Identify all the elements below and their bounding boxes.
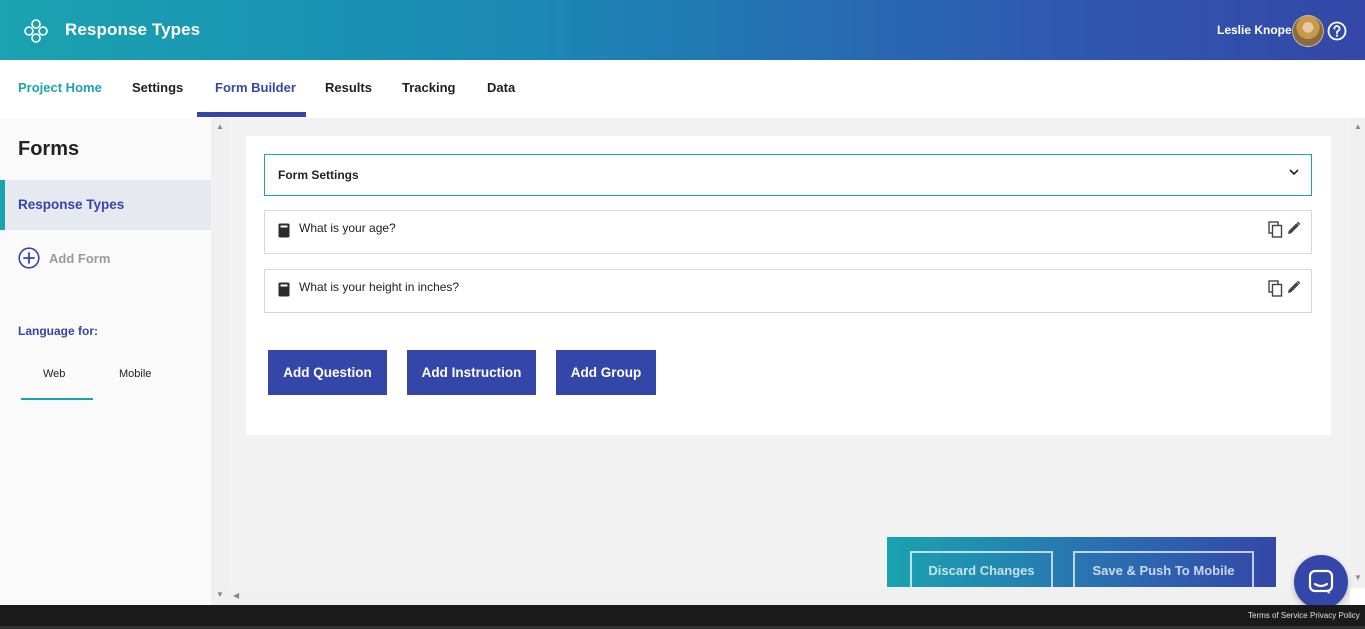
sidebar-title: Forms <box>18 138 80 160</box>
tab-web[interactable]: Web <box>43 368 65 380</box>
main-nav: Project Home Settings Form Builder Resul… <box>0 60 1365 118</box>
discard-changes-button[interactable]: Discard Changes <box>910 551 1053 587</box>
scroll-up-arrow-icon[interactable]: ▲ <box>1354 123 1362 131</box>
save-push-mobile-button[interactable]: Save & Push To Mobile <box>1073 551 1254 587</box>
terms-link[interactable]: Terms of Service <box>1248 611 1308 620</box>
top-header-bar: Response Types Leslie Knope <box>0 0 1365 60</box>
chevron-down-icon[interactable] <box>1287 165 1301 179</box>
forms-sidebar: Forms Response Types Add Form Language f… <box>0 118 211 605</box>
unsaved-changes-bar: Discard Changes Save & Push To Mobile <box>887 537 1276 587</box>
app-title: Response Types <box>65 20 201 39</box>
help-circle-icon[interactable] <box>1327 21 1347 41</box>
number-field-icon <box>278 282 290 297</box>
add-circle-icon[interactable] <box>18 247 40 269</box>
active-tab-indicator <box>197 112 306 117</box>
flower-logo-icon[interactable] <box>24 18 48 44</box>
pencil-edit-icon[interactable] <box>1286 280 1301 295</box>
nav-settings[interactable]: Settings <box>132 80 183 95</box>
privacy-link[interactable]: Privacy Policy <box>1310 611 1360 620</box>
language-tab-indicator <box>21 398 93 400</box>
nav-results[interactable]: Results <box>325 80 372 95</box>
sidebar-item-label: Response Types <box>18 197 125 212</box>
form-settings-label: Form Settings <box>278 168 359 182</box>
pencil-edit-icon[interactable] <box>1286 221 1301 236</box>
sidebar-scrollbar[interactable]: ▲ ▼ <box>211 118 230 605</box>
scroll-left-arrow-icon[interactable]: ◀ <box>233 592 239 600</box>
number-field-icon <box>278 223 290 238</box>
question-text: What is your age? <box>299 221 396 235</box>
scroll-up-arrow-icon[interactable]: ▲ <box>216 123 224 131</box>
nav-data[interactable]: Data <box>487 80 515 95</box>
nav-form-builder[interactable]: Form Builder <box>215 80 296 95</box>
add-question-button[interactable]: Add Question <box>268 350 387 395</box>
question-text: What is your height in inches? <box>299 280 460 294</box>
nav-tracking[interactable]: Tracking <box>402 80 455 95</box>
add-group-button[interactable]: Add Group <box>556 350 656 395</box>
question-row[interactable]: What is your age? <box>264 210 1312 254</box>
question-row[interactable]: What is your height in inches? <box>264 269 1312 313</box>
language-label: Language for: <box>18 324 98 338</box>
main-scrollbar[interactable]: ▲ ▼ <box>1350 118 1365 588</box>
add-instruction-button[interactable]: Add Instruction <box>407 350 536 395</box>
scroll-down-arrow-icon[interactable]: ▼ <box>216 591 224 599</box>
scroll-down-arrow-icon[interactable]: ▼ <box>1354 574 1362 582</box>
sidebar-item-response-types[interactable]: Response Types <box>0 180 211 230</box>
form-settings-panel[interactable]: Form Settings <box>264 154 1312 196</box>
tab-mobile[interactable]: Mobile <box>119 368 151 380</box>
nav-project-home[interactable]: Project Home <box>18 80 102 95</box>
chat-icon <box>1308 569 1334 594</box>
add-form-button[interactable]: Add Form <box>49 251 110 266</box>
chat-launcher-button[interactable] <box>1294 555 1348 609</box>
copy-icon[interactable] <box>1268 280 1283 297</box>
copy-icon[interactable] <box>1268 221 1283 238</box>
main-horizontal-scrollbar[interactable]: ◀ <box>230 588 1350 605</box>
avatar[interactable] <box>1292 15 1324 47</box>
user-name[interactable]: Leslie Knope <box>1217 23 1292 37</box>
